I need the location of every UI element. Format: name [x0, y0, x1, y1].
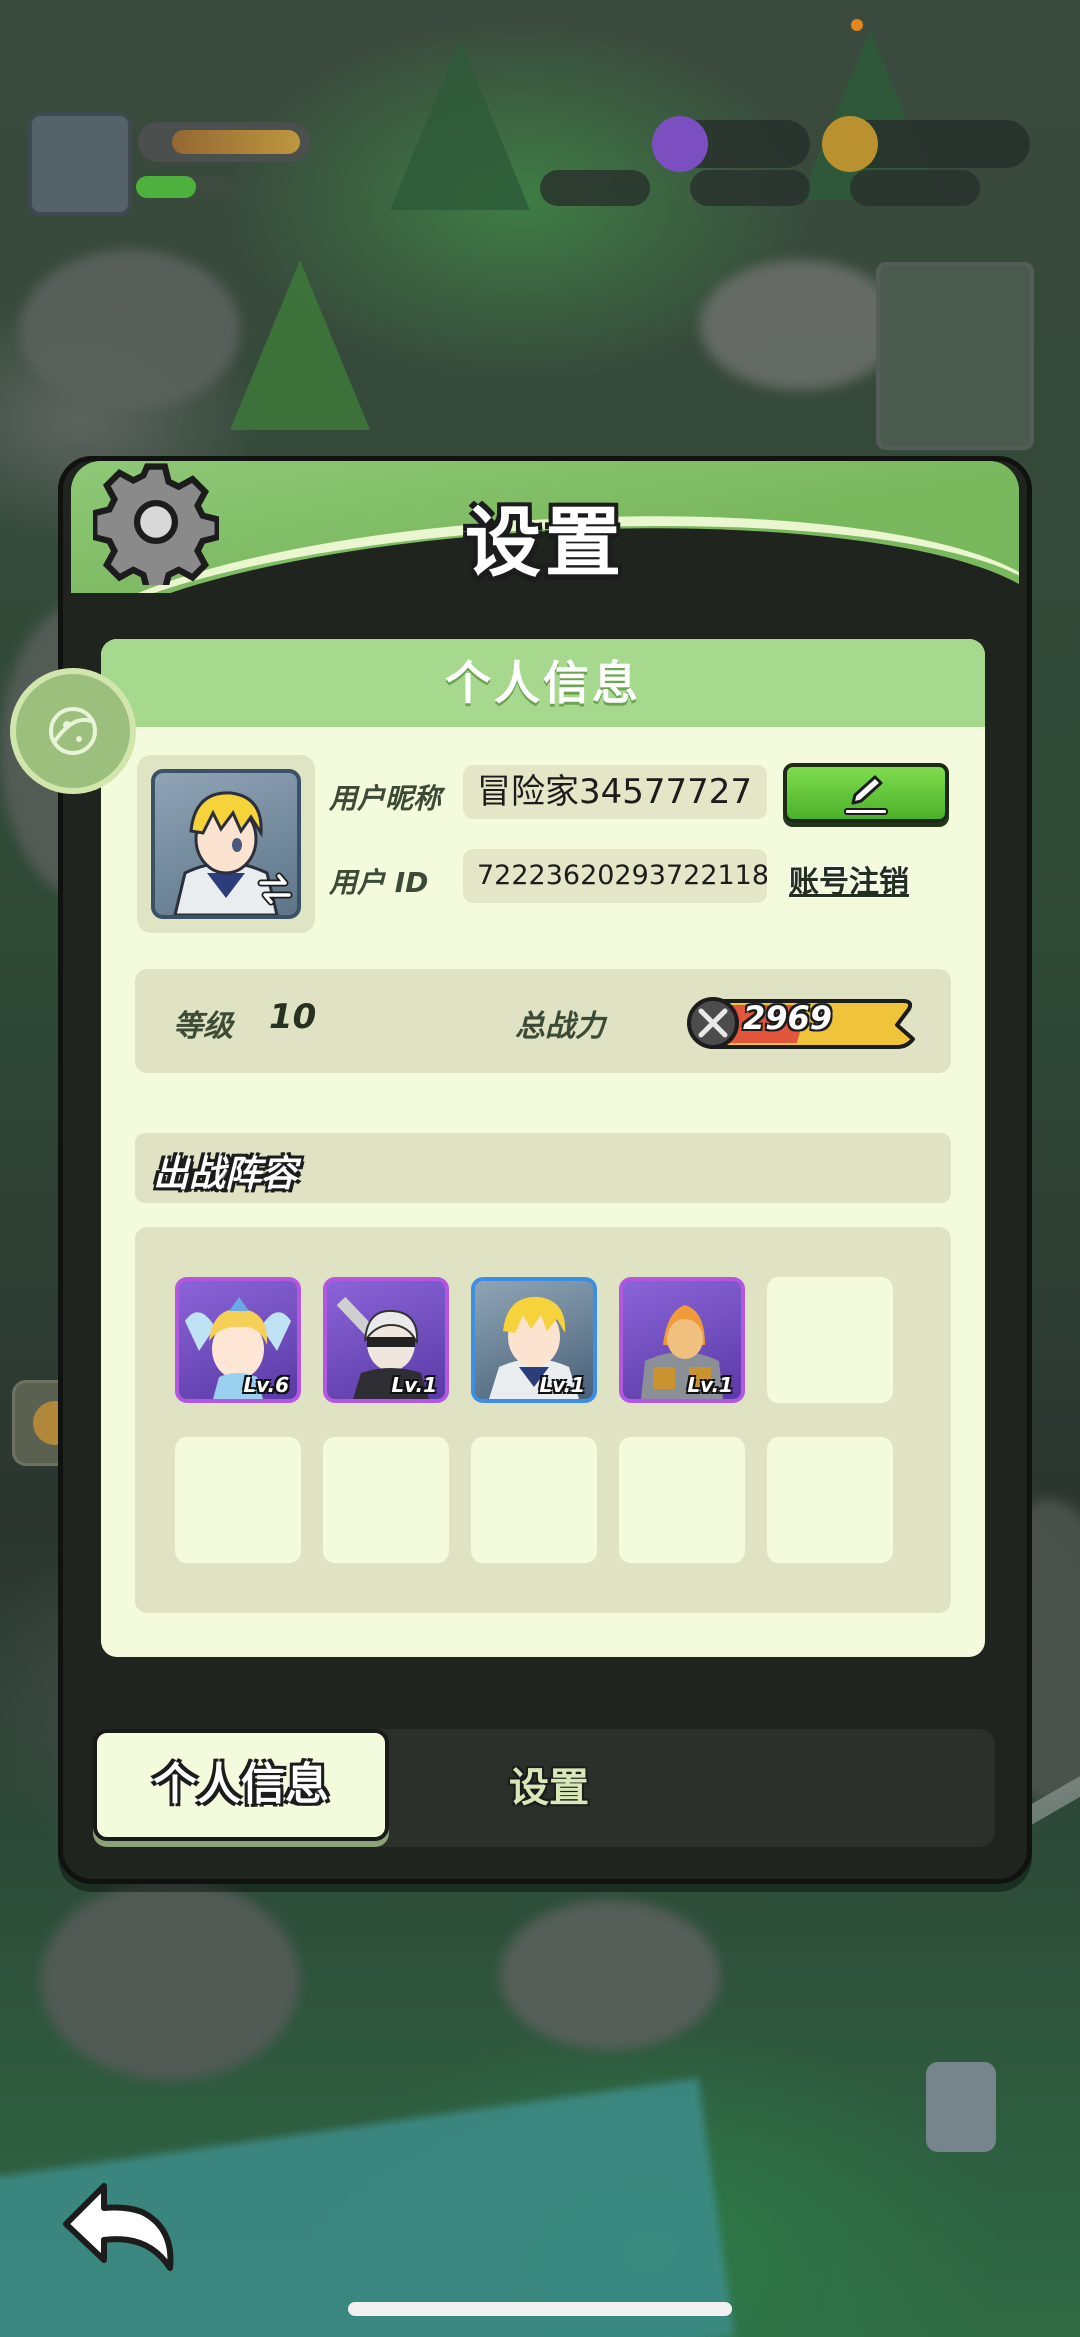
level-power-bar: 等级 10 总战力 2969 [135, 969, 951, 1073]
home-indicator[interactable] [348, 2302, 732, 2316]
hero-slot-4[interactable]: Lv.1 [619, 1277, 745, 1403]
power-label: 总战力 [515, 1009, 605, 1044]
hero-level: Lv.1 [391, 1373, 437, 1397]
side-planet-button[interactable] [10, 668, 136, 794]
power-value: 2969 [743, 999, 833, 1037]
hud-name-bar [138, 122, 310, 162]
panel-title: 个人信息 [101, 639, 985, 727]
swap-icon[interactable] [255, 871, 295, 907]
personal-info-panel: 个人信息 用户昵称 冒险家34577727 用户 ID 722236202937… [101, 639, 985, 1657]
nickname-field[interactable]: 冒险家34577727 [463, 765, 767, 819]
settings-dialog: 设置 个人信息 用户昵称 冒险家34577727 用户 ID 722236202… [58, 456, 1032, 1884]
hero-level: Lv.1 [687, 1373, 733, 1397]
tab-personal-info[interactable]: 个人信息 [93, 1729, 389, 1841]
hud-resource-meat [540, 170, 650, 206]
map-robot-building [926, 2062, 996, 2152]
pencil-icon [844, 775, 888, 815]
cancel-account-link[interactable]: 账号注销 [789, 857, 909, 901]
hero-slot-3[interactable]: Lv.1 [471, 1277, 597, 1403]
hud-coin-counter[interactable] [822, 116, 1030, 172]
notification-dot [851, 19, 863, 31]
empty-slot[interactable] [767, 1277, 893, 1403]
empty-slot[interactable] [619, 1437, 745, 1563]
empty-slot[interactable] [323, 1437, 449, 1563]
hud-exp-bar [136, 176, 236, 198]
hero-level: Lv.6 [243, 1373, 289, 1397]
minimap[interactable] [876, 262, 1034, 450]
empty-slot[interactable] [471, 1437, 597, 1563]
lineup-grid: Lv.6 Lv.1 Lv.1 Lv.1 [135, 1227, 951, 1613]
lineup-title: 出战阵容 [153, 1154, 298, 1195]
hero-slot-2[interactable]: Lv.1 [323, 1277, 449, 1403]
user-id-field: 72223620293722118 [463, 849, 767, 903]
hud-avatar[interactable] [28, 112, 132, 216]
hud-resource-wood [690, 170, 810, 206]
hud-resource-ore [850, 170, 980, 206]
empty-slot[interactable] [767, 1437, 893, 1563]
nickname-label: 用户昵称 [329, 782, 442, 815]
lineup-header: 出战阵容 [135, 1133, 951, 1203]
level-value: 10 [269, 997, 317, 1037]
hero-slot-1[interactable]: Lv.6 [175, 1277, 301, 1403]
tab-settings[interactable]: 设置 [449, 1729, 649, 1847]
user-id-label: 用户 ID [329, 866, 429, 899]
dialog-tab-bar: 个人信息 设置 [93, 1729, 995, 1847]
edit-nickname-button[interactable] [783, 763, 949, 823]
hero-level: Lv.1 [539, 1373, 585, 1397]
back-arrow-icon[interactable] [58, 2176, 198, 2276]
player-avatar[interactable] [137, 755, 315, 933]
dialog-title: 设置 [465, 498, 625, 587]
level-label: 等级 [173, 1009, 233, 1044]
hud-gem-counter[interactable] [652, 116, 810, 172]
empty-slot[interactable] [175, 1437, 301, 1563]
planet-icon [49, 707, 97, 755]
